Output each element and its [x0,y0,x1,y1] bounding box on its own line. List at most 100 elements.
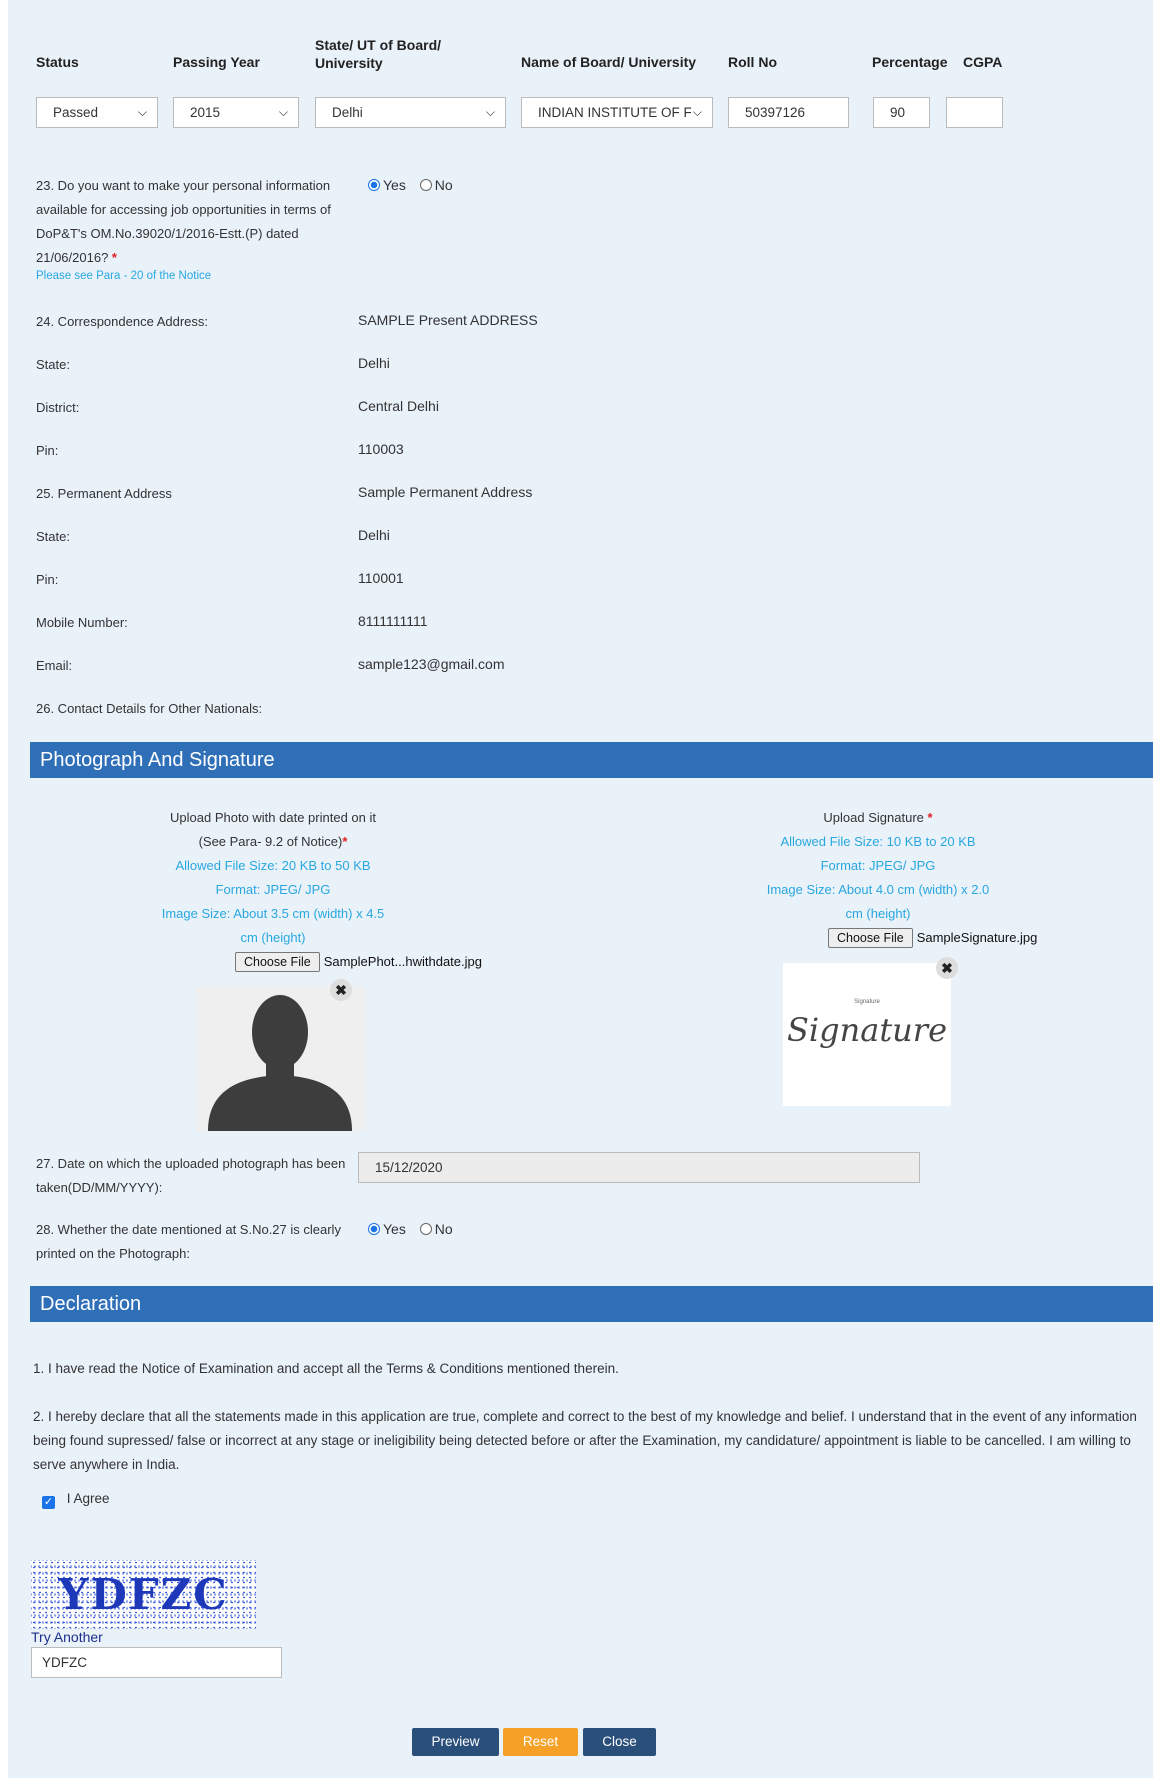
col-header-state-ut: State/ UT of Board/ University [315,36,441,72]
photo-size-info: Allowed File Size: 20 KB to 50 KB [175,858,371,873]
q23-label: 23. Do you want to make your personal in… [36,174,366,270]
roll-no-input[interactable]: 50397126 [728,97,849,128]
state-ut-select-value: Delhi [332,105,363,120]
radio-unselected-icon[interactable] [419,1223,432,1235]
q23-radio-group: Yes No [368,177,453,193]
signature-image-text: Signature [786,1011,948,1049]
agree-label: I Agree [66,1491,110,1506]
cgpa-input[interactable] [946,97,1003,128]
photo-upload-title: Upload Photo with date printed on it [170,810,376,825]
captcha-text: YDFZC [58,1570,229,1619]
photo-preview [196,987,365,1131]
reset-button[interactable]: Reset [503,1728,578,1756]
col-header-cgpa: CGPA [963,54,1003,70]
q23-line1: 23. Do you want to make your personal in… [36,178,331,193]
corr-state-value: Delhi [358,355,390,371]
preview-button[interactable]: Preview [412,1728,499,1756]
q23-notice-link[interactable]: Please see Para - 20 of the Notice [36,270,211,282]
checkbox-checked-icon[interactable]: ✓ [42,1496,55,1509]
signature-size-info: Allowed File Size: 10 KB to 20 KB [780,834,976,849]
photo-choose-file-button[interactable]: Choose File [235,952,320,972]
declaration-para-1: 1. I have read the Notice of Examination… [33,1361,619,1376]
q23-yes-label: Yes [383,177,406,193]
q27-line1: 27. Date on which the uploaded photograp… [36,1156,346,1171]
status-select-value: Passed [53,105,99,120]
board-select-value: INDIAN INSTITUTE OF F [538,105,692,120]
email-label: Email: [36,658,73,673]
perm-state-value: Delhi [358,527,390,543]
captcha-try-another-link[interactable]: Try Another [31,1629,103,1645]
signature-image-caption: Signature [854,999,880,1005]
agree-checkbox-row[interactable]: ✓ I Agree [42,1491,110,1509]
corr-district-label: District: [36,400,80,415]
photo-remove-button[interactable]: ✖ [330,979,352,1001]
signature-dims-info: Image Size: About 4.0 cm (width) x 2.0 [766,882,990,897]
signature-remove-button[interactable]: ✖ [936,957,958,979]
q28-line1: 28. Whether the date mentioned at S.No.2… [36,1222,341,1237]
captcha-input[interactable]: YDFZC [31,1647,282,1678]
photo-dims-info-2: cm (height) [240,930,306,945]
col-header-state-ut-line1: State/ UT of Board/ [315,37,442,53]
radio-selected-icon[interactable] [368,179,380,191]
declaration-section-title: Declaration [30,1286,1153,1322]
close-button[interactable]: Close [583,1728,656,1756]
captcha-image: YDFZC [31,1560,256,1629]
q27-label: 27. Date on which the uploaded photograp… [36,1152,356,1200]
photo-filename: SamplePhot...hwithdate.jpg [323,954,482,969]
mobile-value: 8111111111 [358,613,428,629]
required-marker: * [927,810,933,825]
corr-address-label: 24. Correspondence Address: [36,314,208,329]
radio-selected-icon[interactable] [368,1223,380,1235]
corr-pin-value: 110003 [358,441,404,457]
signature-filename: SampleSignature.jpg [916,930,1038,945]
q28-no-label: No [434,1221,453,1237]
col-header-state-ut-line2: University [315,55,383,71]
col-header-status: Status [36,54,79,70]
chevron-down-icon: ⌵ [485,105,495,119]
corr-address-value: SAMPLE Present ADDRESS [358,312,538,328]
perm-state-label: State: [36,529,70,544]
q23-no-label: No [434,177,453,193]
perm-pin-label: Pin: [36,572,59,587]
signature-upload-title: Upload Signature [823,810,924,825]
q23-no-option[interactable]: No [419,177,453,193]
status-select[interactable]: Passed ⌵ [36,97,158,128]
q28-radio-group: Yes No [368,1221,453,1237]
col-header-percentage: Percentage [872,54,948,70]
corr-pin-label: Pin: [36,443,59,458]
photo-date-input[interactable]: 15/12/2020 [358,1152,920,1183]
q23-yes-option[interactable]: Yes [368,177,406,193]
photo-notice-ref: (See Para- 9.2 of Notice) [198,834,343,849]
chevron-down-icon: ⌵ [278,105,288,119]
person-silhouette-icon [208,995,352,1131]
required-marker: * [111,250,117,265]
passing-year-select[interactable]: 2015 ⌵ [173,97,299,128]
state-ut-select[interactable]: Delhi ⌵ [315,97,506,128]
photo-format-info: Format: JPEG/ JPG [215,882,331,897]
required-marker: * [342,834,348,849]
q27-line2: taken(DD/MM/YYYY): [36,1180,163,1195]
signature-choose-file-button[interactable]: Choose File [828,928,913,948]
corr-state-label: State: [36,357,70,372]
mobile-label: Mobile Number: [36,615,128,630]
chevron-down-icon: ⌵ [137,105,147,119]
perm-address-value: Sample Permanent Address [358,484,533,500]
q28-no-option[interactable]: No [419,1221,453,1237]
q23-line2: available for accessing job opportunitie… [36,202,331,217]
photo-dims-info: Image Size: About 3.5 cm (width) x 4.5 [161,906,385,921]
radio-unselected-icon[interactable] [419,179,432,191]
application-form: Status Passing Year State/ UT of Board/ … [8,0,1153,1778]
photo-upload-info: Upload Photo with date printed on it (Se… [148,806,398,950]
signature-upload-info: Upload Signature * Allowed File Size: 10… [738,806,1018,926]
col-header-board: Name of Board/ University [521,54,697,70]
declaration-para-2: 2. I hereby declare that all the stateme… [33,1409,1137,1472]
signature-preview: Signature Signature [783,963,951,1106]
q28-label: 28. Whether the date mentioned at S.No.2… [36,1218,356,1266]
col-header-passing-year: Passing Year [173,54,260,70]
signature-file-picker: Choose File SampleSignature.jpg [828,928,1037,948]
percentage-input[interactable]: 90 [873,97,930,128]
q28-line2: printed on the Photograph: [36,1246,190,1261]
q28-yes-option[interactable]: Yes [368,1221,406,1237]
board-select[interactable]: INDIAN INSTITUTE OF F ⌵ [521,97,713,128]
q23-line3: DoP&T's OM.No.39020/1/2016-Estt.(P) date… [36,226,299,241]
